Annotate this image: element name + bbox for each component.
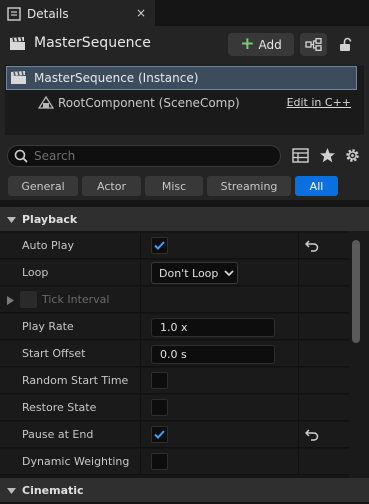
tab-bar: Details × xyxy=(0,0,369,26)
tree-item-root-component[interactable]: RootComponent (SceneComp) Edit in C++ xyxy=(5,91,357,115)
property-row-tick-interval: Tick Interval xyxy=(0,287,349,313)
filter-misc[interactable]: Misc xyxy=(145,176,203,196)
close-icon[interactable]: × xyxy=(136,6,146,20)
property-name: Auto Play xyxy=(22,239,74,252)
tree-item-label: MasterSequence (Instance) xyxy=(34,71,199,85)
tab-label: Details xyxy=(27,7,69,21)
object-title: MasterSequence xyxy=(34,35,151,51)
property-row-play-rate: Play Rate 1.0 x xyxy=(0,314,349,340)
reset-to-default-icon[interactable] xyxy=(305,427,319,441)
auto-play-checkbox[interactable] xyxy=(151,237,168,254)
column-divider xyxy=(140,314,141,340)
column-divider xyxy=(298,368,299,394)
column-divider xyxy=(298,449,299,475)
restore-state-checkbox[interactable] xyxy=(151,399,168,416)
add-label: Add xyxy=(258,37,282,52)
filter-tabs: General Actor Misc Streaming All xyxy=(0,176,369,196)
property-row-pause-at-end: Pause at End xyxy=(0,422,349,448)
tab-details[interactable]: Details × xyxy=(0,0,155,26)
gear-icon[interactable] xyxy=(344,147,361,164)
property-list: Playback Auto Play Loop Don't Loop Tick … xyxy=(0,200,369,504)
property-name: Loop xyxy=(22,266,49,279)
play-rate-input[interactable]: 1.0 x xyxy=(151,318,275,337)
column-divider xyxy=(140,395,141,421)
category-label: Cinematic xyxy=(22,483,84,497)
property-name: Pause at End xyxy=(22,428,94,441)
category-cinematic[interactable]: Cinematic xyxy=(0,478,369,502)
column-divider xyxy=(298,233,299,259)
unlock-icon xyxy=(339,37,351,51)
component-tree-panel: MasterSequence (Instance) RootComponent … xyxy=(5,65,364,135)
category-label: Playback xyxy=(22,212,78,226)
column-divider xyxy=(140,260,141,286)
edit-in-cpp-link[interactable]: Edit in C++ xyxy=(287,96,351,109)
column-divider xyxy=(298,260,299,286)
collapse-arrow-icon xyxy=(7,216,16,223)
property-name: Tick Interval xyxy=(42,293,110,306)
chevron-down-icon xyxy=(224,269,234,276)
property-name: Restore State xyxy=(22,401,97,414)
component-tree: MasterSequence (Instance) RootComponent … xyxy=(0,62,369,138)
column-divider xyxy=(140,341,141,367)
pause-at-end-checkbox[interactable] xyxy=(151,426,168,443)
loop-dropdown[interactable]: Don't Loop xyxy=(151,262,238,284)
scene-component-icon xyxy=(38,95,54,109)
tree-item-instance[interactable]: MasterSequence (Instance) xyxy=(6,66,357,90)
property-row-random-start-time: Random Start Time xyxy=(0,368,349,394)
filter-general[interactable]: General xyxy=(8,176,78,196)
column-divider xyxy=(140,287,141,313)
property-name: Random Start Time xyxy=(22,374,129,387)
column-divider xyxy=(298,287,299,313)
column-divider xyxy=(298,314,299,340)
column-divider xyxy=(298,422,299,448)
column-divider xyxy=(140,422,141,448)
filter-all[interactable]: All xyxy=(295,176,338,196)
property-name: Start Offset xyxy=(22,347,86,360)
star-icon[interactable] xyxy=(319,147,336,164)
checkmark-icon xyxy=(154,430,165,439)
search-filter-bar: General Actor Misc Streaming All xyxy=(0,138,369,200)
column-divider xyxy=(140,368,141,394)
search-input[interactable] xyxy=(34,149,264,163)
filter-streaming[interactable]: Streaming xyxy=(207,176,291,196)
search-icon xyxy=(14,149,28,163)
category-header-end xyxy=(349,207,369,231)
expand-arrow-icon[interactable] xyxy=(7,296,14,305)
search-box[interactable] xyxy=(7,145,281,167)
start-offset-input[interactable]: 0.0 s xyxy=(151,345,275,364)
column-divider xyxy=(298,341,299,367)
details-icon xyxy=(7,7,21,21)
blueprint-icon xyxy=(305,38,322,51)
column-divider xyxy=(140,449,141,475)
collapse-arrow-icon xyxy=(7,487,16,494)
category-playback[interactable]: Playback xyxy=(0,207,349,231)
level-sequence-icon xyxy=(11,71,26,84)
property-name: Play Rate xyxy=(22,320,74,333)
reset-to-default-icon[interactable] xyxy=(305,238,319,252)
checkmark-icon xyxy=(154,241,165,250)
dynamic-weighting-checkbox[interactable] xyxy=(151,453,168,470)
tick-interval-override-checkbox[interactable] xyxy=(20,291,37,308)
column-divider xyxy=(140,233,141,259)
property-row-start-offset: Start Offset 0.0 s xyxy=(0,341,349,367)
property-matrix-icon[interactable] xyxy=(292,147,309,164)
filter-actor[interactable]: Actor xyxy=(82,176,141,196)
property-name: Dynamic Weighting xyxy=(22,455,130,468)
level-sequence-icon xyxy=(10,37,25,50)
property-row-auto-play: Auto Play xyxy=(0,233,349,259)
plus-icon: + xyxy=(240,34,255,54)
column-divider xyxy=(298,395,299,421)
property-row-restore-state: Restore State xyxy=(0,395,349,421)
add-component-button[interactable]: + Add xyxy=(228,33,294,56)
scrollbar-thumb[interactable] xyxy=(352,240,360,343)
property-row-dynamic-weighting: Dynamic Weighting xyxy=(0,449,349,475)
lock-button[interactable] xyxy=(336,33,354,55)
random-start-time-checkbox[interactable] xyxy=(151,372,168,389)
blueprint-button[interactable] xyxy=(300,33,327,56)
property-row-loop: Loop Don't Loop xyxy=(0,260,349,286)
tree-item-label: RootComponent (SceneComp) xyxy=(58,96,240,110)
dropdown-value: Don't Loop xyxy=(159,266,219,280)
